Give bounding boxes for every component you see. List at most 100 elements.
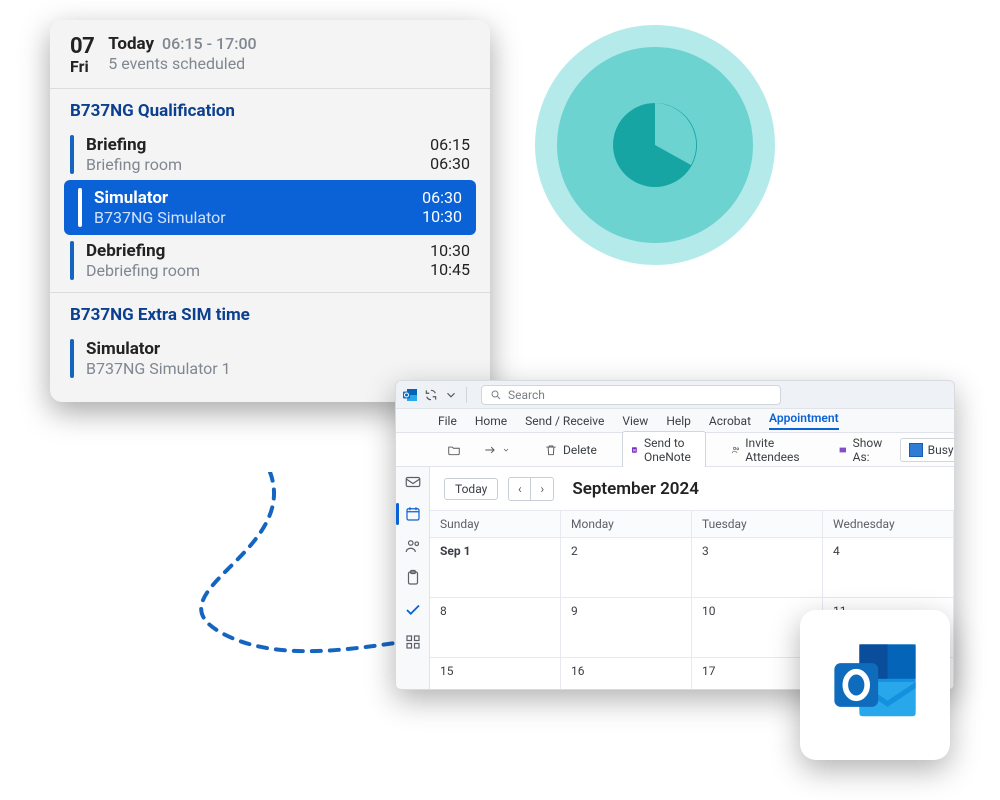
chevron-down-icon xyxy=(502,446,510,454)
schedule-subtitle: 5 events scheduled xyxy=(108,54,256,73)
sync-icon[interactable] xyxy=(424,388,438,402)
schedule-event[interactable]: Simulator B737NG Simulator 1 xyxy=(50,333,490,384)
people-icon xyxy=(731,443,741,457)
send-to-onenote-button[interactable]: N Send to OneNote xyxy=(622,431,706,469)
calendar-today-button[interactable]: Today xyxy=(444,478,498,500)
event-color-bar xyxy=(78,188,82,227)
schedule-today-label: Today xyxy=(108,34,154,54)
event-color-bar xyxy=(70,135,74,174)
schedule-date: 07 Fri xyxy=(70,34,94,76)
busy-swatch-icon xyxy=(909,443,923,457)
menu-file[interactable]: File xyxy=(438,414,457,428)
menu-appointment[interactable]: Appointment xyxy=(769,411,839,430)
calendar-dow: Tuesday xyxy=(692,511,823,538)
calendar-prev-button[interactable]: ‹ xyxy=(509,478,531,500)
calendar-icon xyxy=(404,505,422,523)
event-color-bar xyxy=(70,241,74,280)
onenote-icon: N xyxy=(631,443,639,457)
rail-people[interactable] xyxy=(404,537,422,555)
event-end: 06:30 xyxy=(430,154,470,173)
event-name: Simulator xyxy=(86,339,231,359)
forward-button[interactable] xyxy=(474,438,519,462)
people-icon xyxy=(404,537,422,555)
schedule-day-number: 07 xyxy=(70,34,94,59)
rail-calendar[interactable] xyxy=(404,505,422,523)
outlook-app-icon xyxy=(402,387,418,403)
event-location: B737NG Simulator xyxy=(94,208,226,227)
show-as-label: Show As: xyxy=(829,431,896,469)
event-end: 10:45 xyxy=(430,260,470,279)
event-name: Debriefing xyxy=(86,241,200,261)
pie-chart-icon xyxy=(605,95,705,195)
search-input[interactable]: Search xyxy=(481,385,781,405)
rail-todo[interactable] xyxy=(404,601,422,619)
outlook-rail xyxy=(396,467,430,689)
check-icon xyxy=(404,601,422,619)
invite-attendees-button[interactable]: Invite Attendees xyxy=(722,431,813,469)
apps-icon xyxy=(404,633,422,651)
calendar-next-button[interactable]: › xyxy=(531,478,553,500)
open-button[interactable] xyxy=(438,438,470,462)
outlook-logo-icon xyxy=(825,635,925,735)
rail-tasks[interactable] xyxy=(404,569,422,587)
calendar-dow: Wednesday xyxy=(823,511,954,538)
delete-button[interactable]: Delete xyxy=(535,438,606,462)
event-start: 10:30 xyxy=(430,241,470,260)
event-name: Briefing xyxy=(86,135,182,155)
schedule-group: B737NG Qualification Briefing Briefing r… xyxy=(50,89,490,293)
chevron-down-icon[interactable] xyxy=(444,388,458,402)
clipboard-icon xyxy=(404,569,422,587)
menu-view[interactable]: View xyxy=(622,414,648,428)
calendar-cell[interactable]: 4 xyxy=(823,538,954,598)
arrow-right-icon xyxy=(483,443,497,457)
calendar-dow: Sunday xyxy=(430,511,561,538)
event-start: 06:30 xyxy=(422,188,462,207)
folder-open-icon xyxy=(447,443,461,457)
outlook-logo-card xyxy=(800,610,950,760)
outlook-menubar: File Home Send / Receive View Help Acrob… xyxy=(396,409,954,433)
event-start: 06:15 xyxy=(430,135,470,154)
schedule-event[interactable]: Briefing Briefing room 06:15 06:30 xyxy=(50,129,490,180)
calendar-cell[interactable]: Sep 1 xyxy=(430,538,561,598)
schedule-header: 07 Fri Today 06:15 - 17:00 5 events sche… xyxy=(50,20,490,89)
outlook-toolbar: Delete N Send to OneNote Invite Attendee… xyxy=(396,433,954,467)
schedule-event[interactable]: Debriefing Debriefing room 10:30 10:45 xyxy=(50,235,490,286)
outlook-titlebar: Search xyxy=(396,381,954,409)
show-as-dropdown[interactable]: Busy xyxy=(900,438,955,462)
event-end: 10:30 xyxy=(422,207,462,226)
menu-send-receive[interactable]: Send / Receive xyxy=(525,414,604,428)
event-location: Briefing room xyxy=(86,155,182,174)
menu-help[interactable]: Help xyxy=(666,414,691,428)
menu-home[interactable]: Home xyxy=(475,414,507,428)
menu-acrobat[interactable]: Acrobat xyxy=(709,414,751,428)
calendar-cell[interactable]: 2 xyxy=(561,538,692,598)
calendar-cell[interactable]: 16 xyxy=(561,658,692,689)
schedule-title-block: Today 06:15 - 17:00 5 events scheduled xyxy=(108,34,256,73)
calendar-dow: Monday xyxy=(561,511,692,538)
calendar-cell[interactable]: 3 xyxy=(692,538,823,598)
mail-icon xyxy=(404,473,422,491)
schedule-group-title: B737NG Qualification xyxy=(50,101,490,129)
schedule-group-title: B737NG Extra SIM time xyxy=(50,305,490,333)
calendar-cell[interactable]: 9 xyxy=(561,598,692,658)
event-name: Simulator xyxy=(94,188,226,208)
pie-chart-badge xyxy=(535,25,775,265)
event-location: Debriefing room xyxy=(86,261,200,280)
schedule-event-selected[interactable]: Simulator B737NG Simulator 06:30 10:30 xyxy=(64,180,476,235)
schedule-time-range: 06:15 - 17:00 xyxy=(162,34,257,53)
event-color-bar xyxy=(70,339,74,378)
event-location: B737NG Simulator 1 xyxy=(86,359,231,378)
calendar-month-title: September 2024 xyxy=(572,479,699,499)
schedule-day-of-week: Fri xyxy=(70,57,89,76)
search-placeholder: Search xyxy=(508,388,545,402)
rail-more[interactable] xyxy=(404,633,422,651)
tag-icon xyxy=(838,443,848,457)
trash-icon xyxy=(544,443,558,457)
rail-mail[interactable] xyxy=(404,473,422,491)
calendar-cell[interactable]: 8 xyxy=(430,598,561,658)
search-icon xyxy=(490,389,502,401)
calendar-header: Today ‹ › September 2024 xyxy=(430,467,954,511)
calendar-pager: ‹ › xyxy=(508,477,554,501)
calendar-cell[interactable]: 15 xyxy=(430,658,561,689)
schedule-card: 07 Fri Today 06:15 - 17:00 5 events sche… xyxy=(50,20,490,402)
